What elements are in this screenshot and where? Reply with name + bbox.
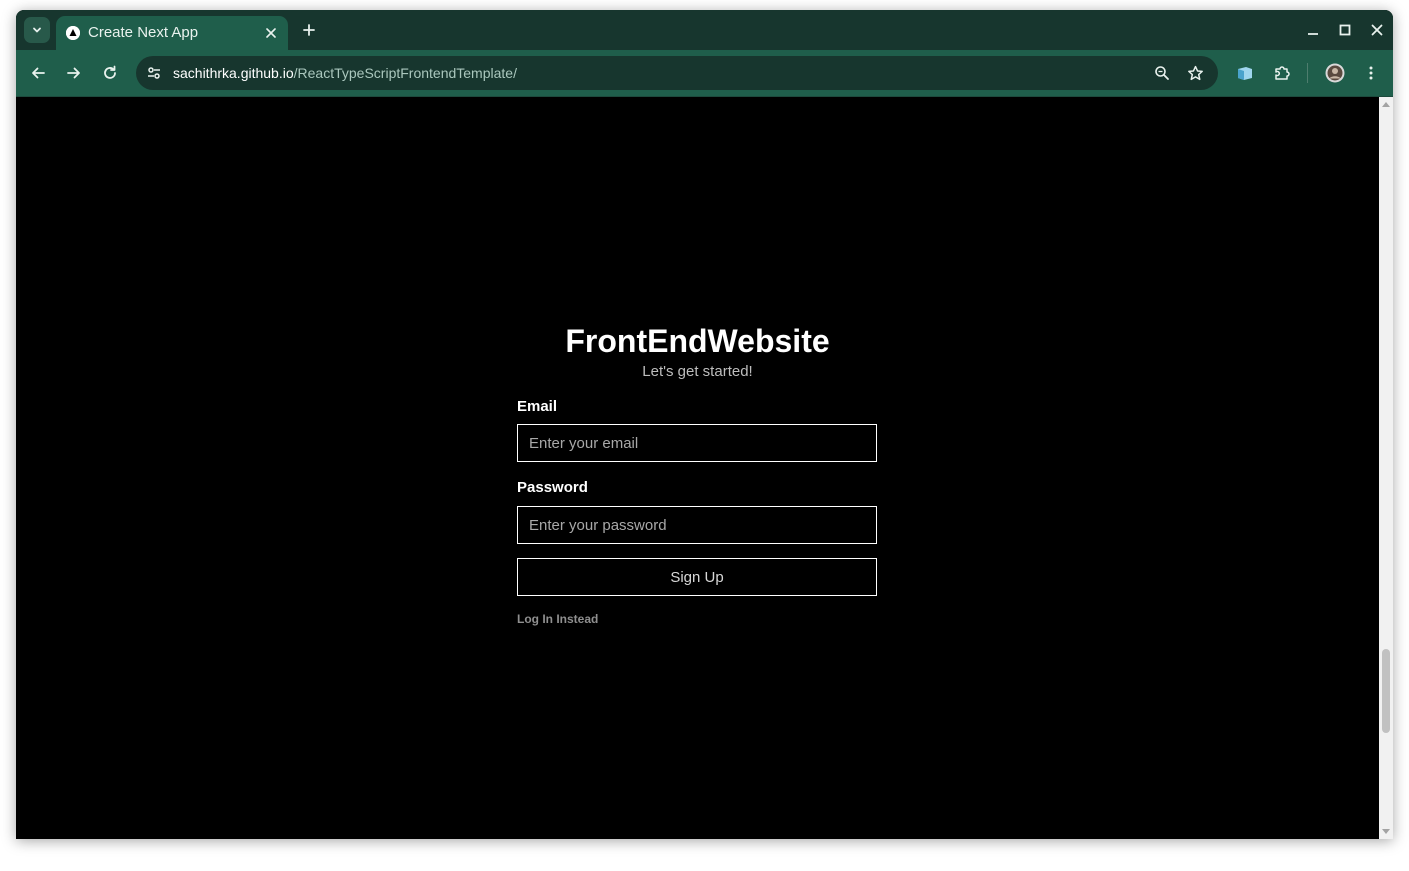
page-viewport: FrontEndWebsite Let's get started! Email… <box>16 97 1379 839</box>
sign-up-button[interactable]: Sign Up <box>517 558 877 596</box>
tab-strip: Create Next App <box>16 10 1393 50</box>
url-path: /ReactTypeScriptFrontendTemplate/ <box>293 65 517 81</box>
email-field-wrapper <box>517 424 877 462</box>
bookmark-button[interactable] <box>1183 61 1207 85</box>
browser-menu-button[interactable] <box>1359 61 1383 85</box>
scroll-up-arrow-icon[interactable] <box>1382 102 1390 107</box>
vertical-scrollbar[interactable] <box>1379 97 1393 839</box>
password-field[interactable] <box>518 507 876 543</box>
magnifier-icon <box>1155 66 1169 80</box>
page-title: FrontEndWebsite <box>565 323 830 359</box>
back-button[interactable] <box>26 61 50 85</box>
chevron-down-icon <box>33 27 41 33</box>
window-close-button[interactable] <box>1367 20 1387 40</box>
email-field[interactable] <box>518 425 876 461</box>
minimize-button[interactable] <box>1303 20 1323 40</box>
password-field-wrapper <box>517 506 877 544</box>
url-text[interactable]: sachithrka.github.io/ReactTypeScriptFron… <box>173 64 517 82</box>
plus-icon <box>303 24 315 36</box>
tab-close-button[interactable] <box>262 24 280 42</box>
browser-window: Create Next App sachithrka.github.io/Rea… <box>16 10 1393 839</box>
tab-title: Create Next App <box>88 24 199 41</box>
reload-icon <box>104 65 116 79</box>
scroll-down-arrow-icon[interactable] <box>1382 829 1390 834</box>
tune-icon <box>148 67 160 79</box>
star-icon <box>1187 65 1203 80</box>
profile-button[interactable] <box>1323 61 1347 85</box>
avatar-icon <box>1325 63 1345 83</box>
page-subtitle: Let's get started! <box>642 363 753 380</box>
url-host: sachithrka.github.io <box>173 65 294 81</box>
close-icon <box>266 28 276 38</box>
close-icon <box>1371 24 1383 36</box>
scrollbar-thumb[interactable] <box>1382 649 1390 733</box>
password-label: Password <box>517 479 588 496</box>
extensions-button[interactable] <box>1270 61 1294 85</box>
extension-app-button[interactable] <box>1233 61 1257 85</box>
tab-search-button[interactable] <box>24 17 50 43</box>
address-bar[interactable]: sachithrka.github.io/ReactTypeScriptFron… <box>136 56 1218 90</box>
puzzle-icon <box>1275 66 1290 80</box>
new-tab-button[interactable] <box>298 19 320 41</box>
email-label: Email <box>517 398 558 415</box>
zoom-button[interactable] <box>1150 61 1174 85</box>
site-info-button[interactable] <box>142 61 166 85</box>
maximize-button[interactable] <box>1335 20 1355 40</box>
arrow-left-icon <box>32 67 45 79</box>
maximize-icon <box>1339 24 1351 36</box>
reload-button[interactable] <box>98 61 122 85</box>
forward-button[interactable] <box>62 61 86 85</box>
minimize-icon <box>1308 33 1318 35</box>
app-icon <box>1238 67 1252 80</box>
kebab-icon <box>1369 66 1373 80</box>
toolbar-separator <box>1307 63 1308 83</box>
arrow-right-icon <box>67 67 80 79</box>
tab-active[interactable]: Create Next App <box>56 16 288 50</box>
nextjs-triangle-icon <box>66 26 80 40</box>
browser-toolbar: sachithrka.github.io/ReactTypeScriptFron… <box>16 50 1393 96</box>
log-in-instead-link[interactable]: Log In Instead <box>517 611 598 627</box>
